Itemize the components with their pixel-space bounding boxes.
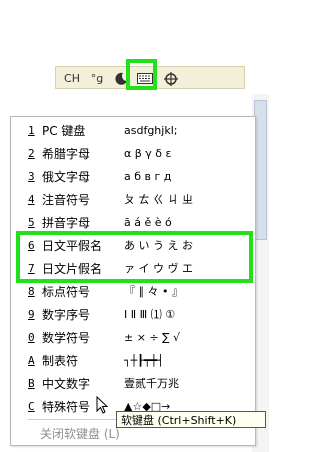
menu-item-preview: asdfghjkl; bbox=[124, 123, 178, 137]
menu-item-key: 1 bbox=[28, 123, 35, 137]
menu-item-number-sequence[interactable]: 9 数字序号 Ⅰ Ⅱ Ⅲ ⑴ ① bbox=[28, 304, 243, 324]
kana-highlight-box bbox=[16, 231, 253, 283]
menu-item-key: C bbox=[28, 399, 35, 413]
menu-item-label: 希腊字母 bbox=[42, 146, 91, 161]
menu-item-key: 3 bbox=[28, 169, 35, 183]
menu-item-chinese-numerals[interactable]: B 中文数字 壹贰千万兆 bbox=[28, 373, 243, 393]
menu-item-key: A bbox=[28, 353, 35, 367]
menu-item-preview: ± × ÷ ∑ √ bbox=[124, 330, 181, 344]
soft-keyboard-tooltip: 软键盘 (Ctrl+Shift+K) bbox=[116, 411, 266, 428]
punctuation-toggle-button[interactable]: °g bbox=[88, 70, 106, 87]
menu-item-preview: ㄆ ㄊ ㄍ ㄐ ㄓ bbox=[124, 193, 193, 206]
menu-item-pinyin[interactable]: 5 拼音字母 ā á ě è ó bbox=[28, 212, 243, 232]
menu-item-label: 数学符号 bbox=[42, 330, 91, 345]
menu-item-russian[interactable]: 3 俄文字母 а б в г д bbox=[28, 166, 243, 186]
menu-item-preview: ā á ě è ó bbox=[124, 215, 172, 229]
menu-item-pc-keyboard[interactable]: 1 PC 键盘 asdfghjkl; bbox=[28, 120, 243, 140]
menu-item-preview: α β γ δ ε bbox=[124, 146, 172, 160]
menu-item-key: B bbox=[28, 376, 35, 390]
menu-item-zhuyin[interactable]: 4 注音符号 ㄆ ㄊ ㄍ ㄐ ㄓ bbox=[28, 189, 243, 209]
close-soft-keyboard-item[interactable]: 关闭软键盘 (L) bbox=[40, 425, 120, 442]
menu-item-label: 标点符号 bbox=[42, 284, 91, 299]
tools-icon[interactable] bbox=[162, 70, 180, 87]
keyboard-highlight-box bbox=[126, 59, 157, 90]
menu-item-key: 0 bbox=[28, 330, 35, 344]
menu-item-greek[interactable]: 2 希腊字母 α β γ δ ε bbox=[28, 143, 243, 163]
menu-item-label: 制表符 bbox=[42, 353, 79, 368]
mouse-cursor-icon bbox=[96, 396, 109, 414]
menu-item-key: 4 bbox=[28, 192, 35, 206]
menu-item-label: 数字序号 bbox=[42, 307, 91, 322]
menu-item-label: 拼音字母 bbox=[42, 215, 91, 230]
menu-item-key: 5 bbox=[28, 215, 35, 229]
menu-item-key: 8 bbox=[28, 284, 35, 298]
menu-item-preview: а б в г д bbox=[124, 169, 172, 183]
menu-item-label: 特殊符号 bbox=[42, 399, 91, 414]
menu-item-preview: 壹贰千万兆 bbox=[124, 377, 179, 390]
menu-item-key: 2 bbox=[28, 146, 35, 160]
menu-item-label: PC 键盘 bbox=[42, 123, 86, 138]
menu-item-box-drawing[interactable]: A 制表符 ┐┼┠┯┿┤ bbox=[28, 350, 243, 370]
menu-item-label: 中文数字 bbox=[42, 376, 91, 391]
menu-item-punctuation[interactable]: 8 标点符号 『 ∥ 々 • 』 bbox=[28, 281, 243, 301]
menu-item-label: 注音符号 bbox=[42, 192, 91, 207]
menu-item-preview: Ⅰ Ⅱ Ⅲ ⑴ ① bbox=[124, 308, 176, 321]
language-toggle-button[interactable]: CH bbox=[62, 70, 82, 87]
menu-item-preview: 『 ∥ 々 • 』 bbox=[124, 285, 183, 298]
menu-item-math-symbols[interactable]: 0 数学符号 ± × ÷ ∑ √ bbox=[28, 327, 243, 347]
menu-item-label: 俄文字母 bbox=[42, 169, 91, 184]
menu-item-key: 9 bbox=[28, 307, 35, 321]
menu-item-preview: ┐┼┠┯┿┤ bbox=[124, 353, 164, 367]
